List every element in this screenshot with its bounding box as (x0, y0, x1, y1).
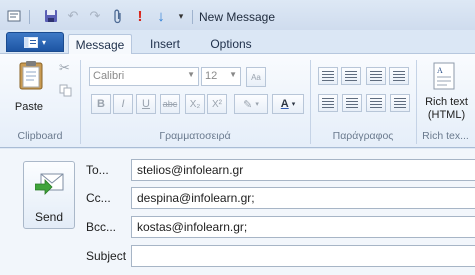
tab-label: Insert (149, 37, 180, 51)
subscript-button[interactable]: X₂ (185, 94, 205, 114)
clipboard-icon (19, 61, 43, 90)
richtext-group-label: Rich tex... (422, 130, 469, 142)
copy-icon[interactable] (59, 84, 72, 100)
align-center-icon (346, 98, 358, 108)
text-effects-button[interactable]: Aa (246, 67, 266, 87)
font-color-icon: A (280, 98, 289, 110)
chevron-down-icon: ▾ (41, 37, 46, 47)
italic-button[interactable]: I (113, 94, 133, 114)
rich-text-button[interactable]: A Rich text (HTML) (418, 58, 475, 126)
superscript-icon: X² (212, 98, 222, 110)
italic-icon: I (121, 98, 125, 110)
increase-indent-button[interactable] (389, 67, 409, 85)
to-field[interactable]: stelios@infolearn.gr (131, 159, 475, 181)
align-left-button[interactable] (318, 94, 338, 112)
compose-area: Send To... stelios@infolearn.gr Cc... de… (0, 149, 475, 275)
svg-text:A: A (437, 66, 443, 75)
save-icon[interactable] (43, 8, 59, 24)
font-group-label: Γραμματοσειρά (159, 130, 231, 142)
chevron-down-icon: ▾ (291, 101, 296, 108)
strikethrough-button[interactable]: abc (160, 94, 180, 114)
cc-button[interactable]: Cc... (86, 191, 111, 205)
bullets-button[interactable] (318, 67, 338, 85)
strikethrough-icon: abc (162, 99, 178, 109)
attach-icon[interactable] (110, 8, 126, 24)
tab-insert[interactable]: Insert (140, 34, 190, 55)
subject-field[interactable] (131, 245, 475, 267)
superscript-button[interactable]: X² (207, 94, 227, 114)
file-menu-button[interactable]: ▾ (6, 32, 64, 52)
chevron-down-icon: ▼ (229, 70, 237, 79)
bcc-field[interactable]: kostas@infolearn.gr; (131, 216, 475, 238)
undo-icon[interactable]: ↶ (65, 8, 81, 24)
toolbar-separator (192, 10, 193, 24)
bold-icon: B (97, 98, 105, 110)
clipboard-group-label: Clipboard (17, 130, 63, 142)
document-icon: A (433, 62, 455, 90)
customize-toolbar-icon[interactable]: ▾ (173, 8, 189, 24)
font-size-value: 12 (205, 70, 218, 82)
cc-field[interactable]: despina@infolearn.gr; (131, 187, 475, 209)
low-importance-icon[interactable]: ↓ (153, 8, 169, 25)
justify-icon (394, 98, 406, 108)
align-left-icon (322, 98, 334, 108)
send-button[interactable]: Send (23, 161, 75, 229)
toolbar-separator (29, 10, 30, 24)
cut-icon[interactable]: ✂ (59, 60, 70, 76)
send-label: Send (34, 210, 64, 224)
chevron-down-icon: ▾ (255, 101, 259, 108)
numbering-icon (345, 71, 357, 81)
paragraph-group-label: Παράγραφος (332, 130, 394, 142)
ribbon-tab-row: ▾ Message Insert Options (0, 30, 475, 55)
to-value: stelios@infolearn.gr (137, 163, 244, 177)
font-family-value: Calibri (93, 70, 125, 82)
window-icon[interactable] (6, 8, 22, 24)
font-size-select[interactable]: 12 ▼ (201, 67, 241, 86)
paste-label: Paste (14, 101, 44, 113)
bullets-icon (322, 71, 334, 81)
title-bar: ↶ ↷ ! ↓ ▾ New Message (0, 0, 475, 30)
ribbon: Paste ✂ Clipboard Calibri ▼ 12 ▼ Aa B I … (0, 54, 475, 148)
numbering-button[interactable] (341, 67, 361, 85)
send-icon (35, 173, 64, 195)
bcc-button[interactable]: Bcc... (86, 220, 116, 234)
text-effects-icon: Aa (251, 72, 261, 82)
subject-label: Subject (86, 249, 127, 263)
decrease-indent-icon (370, 71, 382, 81)
tab-label: Message (75, 38, 125, 52)
rich-text-sublabel: (HTML) (427, 109, 466, 121)
font-color-button[interactable]: A ▾ (272, 94, 304, 114)
file-menu-icon (23, 36, 38, 48)
align-center-button[interactable] (342, 94, 362, 112)
highlight-color-button[interactable]: ✎ ▾ (234, 94, 268, 114)
highlighter-icon: ✎ (243, 98, 253, 111)
tab-label: Options (210, 37, 252, 51)
paste-button[interactable]: Paste (8, 58, 50, 116)
decrease-indent-button[interactable] (366, 67, 386, 85)
justify-button[interactable] (390, 94, 410, 112)
redo-icon[interactable]: ↷ (87, 8, 103, 24)
window-title: New Message (199, 10, 276, 24)
to-button[interactable]: To... (86, 163, 109, 177)
align-right-button[interactable] (366, 94, 386, 112)
tab-options[interactable]: Options (202, 34, 260, 55)
underline-icon: U (142, 98, 150, 110)
underline-button[interactable]: U (136, 94, 156, 114)
tab-message[interactable]: Message (68, 34, 132, 55)
cc-value: despina@infolearn.gr; (137, 191, 255, 205)
bcc-value: kostas@infolearn.gr; (137, 220, 248, 234)
chevron-down-icon: ▼ (187, 70, 195, 79)
subscript-icon: X₂ (189, 98, 201, 110)
rich-text-label: Rich text (425, 96, 468, 108)
font-family-select[interactable]: Calibri ▼ (89, 67, 199, 86)
align-right-icon (370, 98, 382, 108)
high-importance-icon[interactable]: ! (132, 8, 148, 25)
increase-indent-icon (393, 71, 405, 81)
bold-button[interactable]: B (91, 94, 111, 114)
